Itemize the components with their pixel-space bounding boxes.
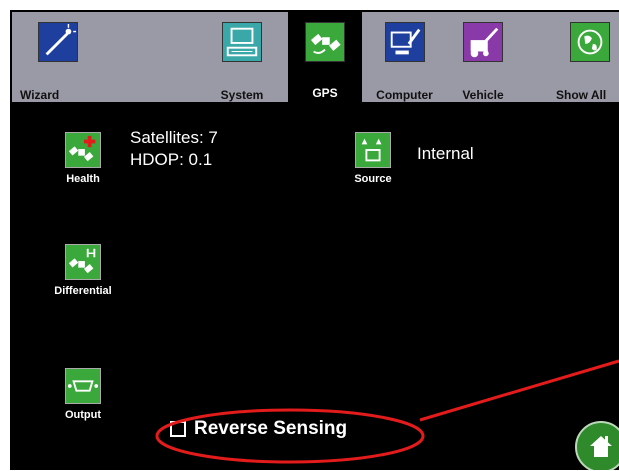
satellite-differential-icon — [65, 244, 101, 280]
vehicle-wrench-icon — [463, 22, 503, 62]
differential-label: Differential — [54, 285, 112, 297]
serial-port-icon — [65, 368, 101, 404]
reverse-sensing-label: Reverse Sensing — [194, 418, 348, 439]
tab-label: Vehicle — [462, 88, 504, 102]
antenna-source-icon — [355, 132, 391, 168]
tab-gps[interactable]: GPS — [288, 12, 362, 102]
output-label: Output — [64, 409, 102, 421]
home-icon — [590, 436, 612, 457]
tab-bar: Wizard System GPS Computer Vehicle Show … — [12, 12, 619, 102]
tab-label: Show All — [556, 88, 607, 102]
globe-icon — [569, 22, 610, 62]
tab-label: Wizard — [20, 88, 60, 102]
hdop-readout: HDOP: 0.1 — [130, 150, 213, 169]
computer-wrench-icon — [384, 22, 425, 62]
wand-icon — [38, 22, 78, 62]
tab-label: GPS — [312, 86, 338, 100]
source-label: Source — [354, 173, 392, 185]
tab-computer[interactable]: Computer — [367, 12, 442, 102]
tab-show-all[interactable]: Show All — [552, 12, 619, 102]
satellite-icon — [305, 22, 345, 62]
output-button[interactable]: Output — [38, 368, 128, 421]
health-label: Health — [66, 173, 100, 185]
health-button[interactable]: Health — [38, 132, 128, 185]
gps-settings-screen: Wizard System GPS Computer Vehicle Show … — [10, 10, 619, 470]
home-button[interactable] — [575, 421, 619, 470]
computer-keyboard-icon — [222, 22, 262, 62]
checkbox-box[interactable] — [170, 421, 186, 437]
tab-label: Computer — [376, 88, 433, 102]
tab-label: System — [220, 88, 264, 102]
tab-wizard[interactable]: Wizard — [12, 12, 104, 102]
satellite-health-icon — [65, 132, 101, 168]
source-button[interactable]: Source — [328, 132, 418, 185]
reverse-sensing-checkbox[interactable]: Reverse Sensing — [170, 418, 347, 440]
tab-system[interactable]: System — [197, 12, 287, 102]
source-value: Internal — [417, 144, 474, 163]
tab-vehicle[interactable]: Vehicle — [448, 12, 518, 102]
satellites-readout: Satellites: 7 — [130, 128, 218, 147]
differential-button[interactable]: Differential — [38, 244, 128, 297]
